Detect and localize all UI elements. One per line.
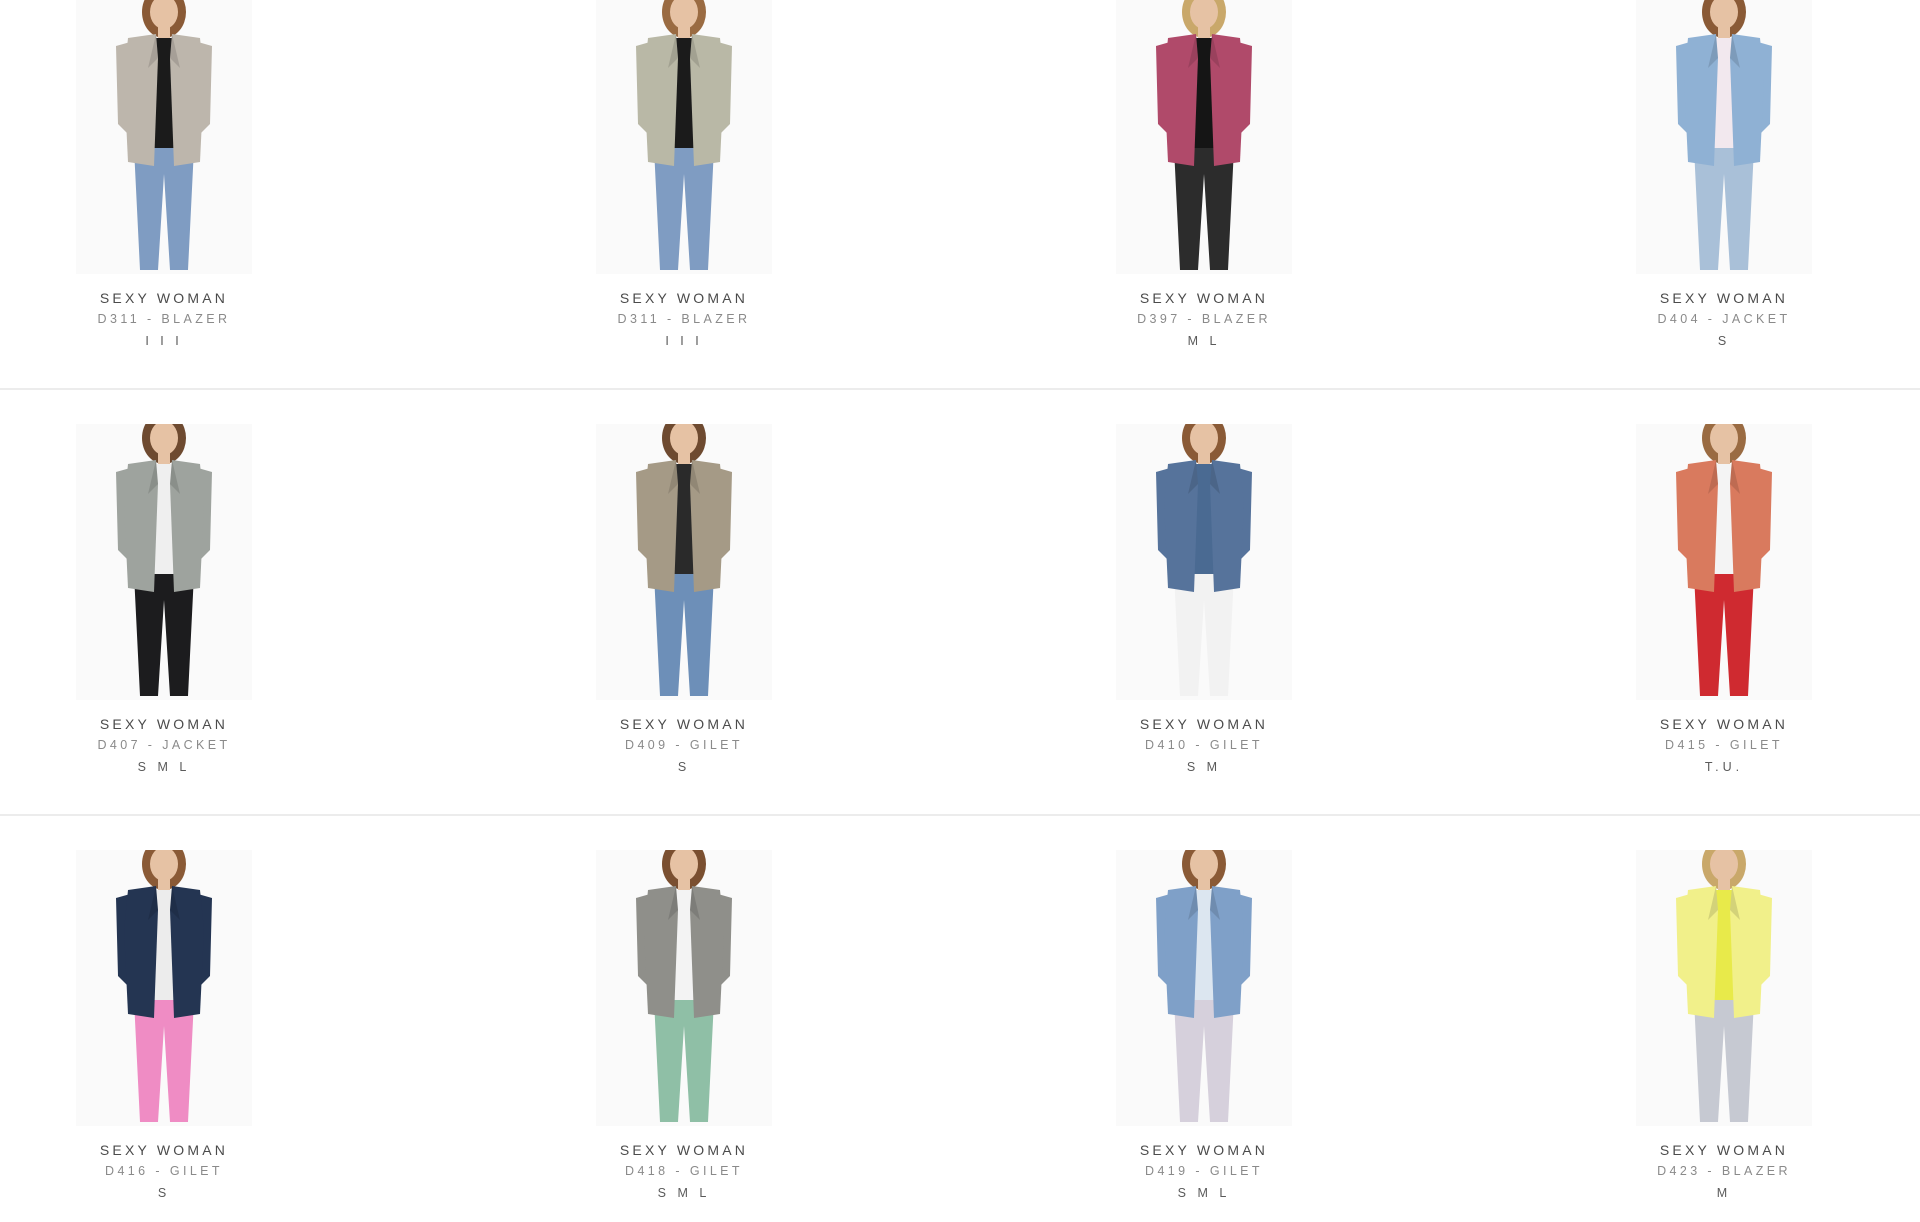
product-model[interactable]: D311 - BLAZER [534, 312, 834, 326]
product-image[interactable] [1116, 850, 1292, 1126]
product-card[interactable]: SEXY WOMAN D409 - GILET S [534, 424, 834, 784]
product-brand[interactable]: SEXY WOMAN [1054, 716, 1354, 732]
product-brand[interactable]: SEXY WOMAN [1054, 1142, 1354, 1158]
product-sizes: I I I [665, 334, 703, 348]
product-card[interactable]: SEXY WOMAN D397 - BLAZER M L [1054, 0, 1354, 358]
product-sizes: S [1717, 334, 1731, 348]
product-photo-figure [1116, 0, 1292, 274]
product-model[interactable]: D397 - BLAZER [1054, 312, 1354, 326]
product-model[interactable]: D409 - GILET [534, 738, 834, 752]
product-card[interactable]: SEXY WOMAN D423 - BLAZER M [1574, 850, 1874, 1210]
product-card[interactable]: SEXY WOMAN D311 - BLAZER I I I [14, 0, 314, 358]
product-photo-figure [1636, 424, 1812, 700]
row-divider [0, 814, 1920, 816]
product-model[interactable]: D419 - GILET [1054, 1164, 1354, 1178]
product-sizes: S M L [137, 760, 191, 774]
product-card[interactable]: SEXY WOMAN D407 - JACKET S M L [14, 424, 314, 784]
product-brand[interactable]: SEXY WOMAN [14, 1142, 314, 1158]
product-photo-figure [76, 424, 252, 700]
product-brand[interactable]: SEXY WOMAN [1574, 290, 1874, 306]
product-sizes: I I I [145, 334, 183, 348]
product-photo-figure [76, 0, 252, 274]
product-image[interactable] [76, 0, 252, 274]
product-model[interactable]: D311 - BLAZER [14, 312, 314, 326]
product-card[interactable]: SEXY WOMAN D419 - GILET S M L [1054, 850, 1354, 1210]
product-photo-figure [1116, 424, 1292, 700]
product-sizes: M [1716, 1186, 1732, 1200]
product-sizes: M L [1187, 334, 1221, 348]
product-image[interactable] [596, 0, 772, 274]
product-image[interactable] [76, 424, 252, 700]
product-brand[interactable]: SEXY WOMAN [1574, 1142, 1874, 1158]
product-brand[interactable]: SEXY WOMAN [1054, 290, 1354, 306]
product-brand[interactable]: SEXY WOMAN [534, 290, 834, 306]
product-card[interactable]: SEXY WOMAN D404 - JACKET S [1574, 0, 1874, 358]
product-sizes: T.U. [1704, 760, 1744, 774]
product-photo-figure [596, 424, 772, 700]
product-brand[interactable]: SEXY WOMAN [534, 716, 834, 732]
product-model[interactable]: D423 - BLAZER [1574, 1164, 1874, 1178]
product-photo-figure [76, 850, 252, 1126]
product-image[interactable] [1636, 850, 1812, 1126]
product-model[interactable]: D415 - GILET [1574, 738, 1874, 752]
product-card[interactable]: SEXY WOMAN D311 - BLAZER I I I [534, 0, 834, 358]
product-brand[interactable]: SEXY WOMAN [1574, 716, 1874, 732]
product-brand[interactable]: SEXY WOMAN [534, 1142, 834, 1158]
product-model[interactable]: D410 - GILET [1054, 738, 1354, 752]
product-brand[interactable]: SEXY WOMAN [14, 716, 314, 732]
product-photo-figure [1636, 850, 1812, 1126]
product-image[interactable] [1636, 0, 1812, 274]
product-photo-figure [1636, 0, 1812, 274]
product-image[interactable] [596, 850, 772, 1126]
product-card[interactable]: SEXY WOMAN D415 - GILET T.U. [1574, 424, 1874, 784]
product-photo-figure [1116, 850, 1292, 1126]
product-sizes: S M L [657, 1186, 711, 1200]
product-sizes: S [677, 760, 691, 774]
product-model[interactable]: D418 - GILET [534, 1164, 834, 1178]
product-photo-figure [596, 850, 772, 1126]
product-model[interactable]: D407 - JACKET [14, 738, 314, 752]
product-image[interactable] [1636, 424, 1812, 700]
product-card[interactable]: SEXY WOMAN D410 - GILET S M [1054, 424, 1354, 784]
product-model[interactable]: D416 - GILET [14, 1164, 314, 1178]
product-model[interactable]: D404 - JACKET [1574, 312, 1874, 326]
product-sizes: S M L [1177, 1186, 1231, 1200]
row-divider [0, 388, 1920, 390]
product-card[interactable]: SEXY WOMAN D416 - GILET S [14, 850, 314, 1210]
product-photo-figure [596, 0, 772, 274]
product-card[interactable]: SEXY WOMAN D418 - GILET S M L [534, 850, 834, 1210]
product-brand[interactable]: SEXY WOMAN [14, 290, 314, 306]
product-image[interactable] [1116, 0, 1292, 274]
product-image[interactable] [76, 850, 252, 1126]
product-sizes: S M [1186, 760, 1222, 774]
product-image[interactable] [1116, 424, 1292, 700]
product-sizes: S [157, 1186, 171, 1200]
product-image[interactable] [596, 424, 772, 700]
